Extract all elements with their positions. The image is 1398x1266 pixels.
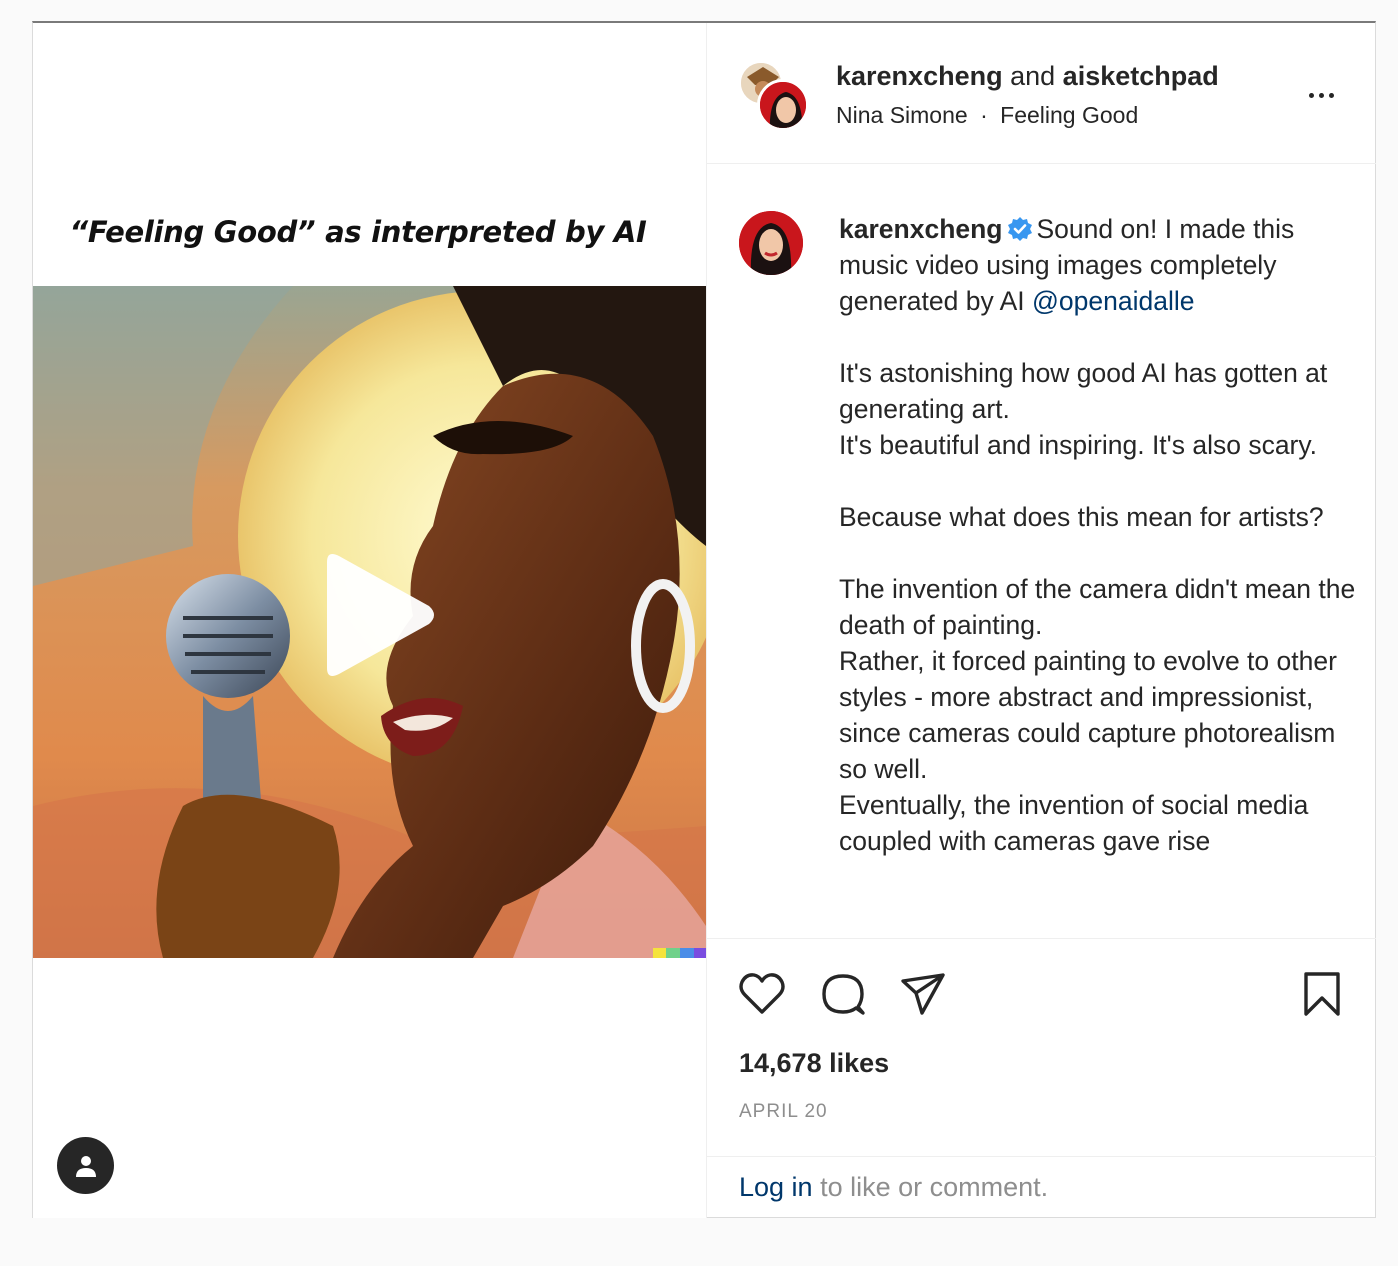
song-name[interactable]: Feeling Good (1000, 102, 1138, 128)
verified-badge-icon (1007, 217, 1032, 241)
post-header: karenxcheng and aisketchpad Nina Simone … (707, 23, 1376, 164)
likes-count[interactable]: 14,678 likes (739, 1048, 889, 1079)
login-rest: to like or comment. (812, 1172, 1049, 1202)
post-card: “Feeling Good” as interpreted by AI kare… (32, 21, 1376, 1218)
avatar (757, 79, 809, 131)
tagged-users-button[interactable] (57, 1137, 114, 1194)
caption-username[interactable]: karenxcheng (839, 214, 1003, 244)
artist-name[interactable]: Nina Simone (836, 102, 968, 128)
avatar[interactable] (739, 211, 803, 275)
person-icon (75, 1155, 96, 1177)
bookmark-icon[interactable] (1297, 969, 1347, 1019)
heart-icon[interactable] (737, 969, 787, 1019)
caption-paragraph: It's astonishing how good AI has gotten … (839, 358, 1328, 460)
mention-link[interactable]: @openaidalle (1032, 286, 1194, 316)
caption-scroll-area[interactable]: karenxcheng Sound on! I made this music v… (707, 165, 1376, 937)
caption-text: karenxcheng Sound on! I made this music v… (839, 211, 1359, 859)
video-title-text: “Feeling Good” as interpreted by AI (69, 215, 647, 249)
action-bar: 14,678 likes APRIL 20 (707, 938, 1376, 1158)
play-icon (327, 554, 434, 676)
share-icon[interactable] (898, 969, 948, 1019)
post-authors: karenxcheng and aisketchpad (836, 61, 1219, 92)
caption-paragraph: The invention of the camera didn't mean … (839, 574, 1356, 856)
login-text: Log in to like or comment. (739, 1172, 1048, 1203)
caption-paragraph: Because what does this mean for artists? (839, 502, 1324, 532)
play-button[interactable] (315, 550, 439, 680)
collab-avatars[interactable] (739, 61, 809, 131)
post-details-panel: karenxcheng and aisketchpad Nina Simone … (706, 23, 1376, 1218)
login-link[interactable]: Log in (739, 1172, 813, 1202)
post-date[interactable]: APRIL 20 (739, 1101, 828, 1123)
coauthor-username[interactable]: aisketchpad (1063, 61, 1219, 91)
login-prompt: Log in to like or comment. (707, 1156, 1376, 1218)
audio-attribution[interactable]: Nina Simone · Feeling Good (836, 102, 1138, 129)
more-options-icon[interactable] (1297, 81, 1345, 109)
comment-icon[interactable] (818, 969, 868, 1019)
author-username[interactable]: karenxcheng (836, 61, 1003, 91)
audio-separator: · (980, 102, 988, 128)
author-joiner: and (1010, 61, 1056, 91)
media-panel[interactable]: “Feeling Good” as interpreted by AI (33, 23, 706, 1218)
